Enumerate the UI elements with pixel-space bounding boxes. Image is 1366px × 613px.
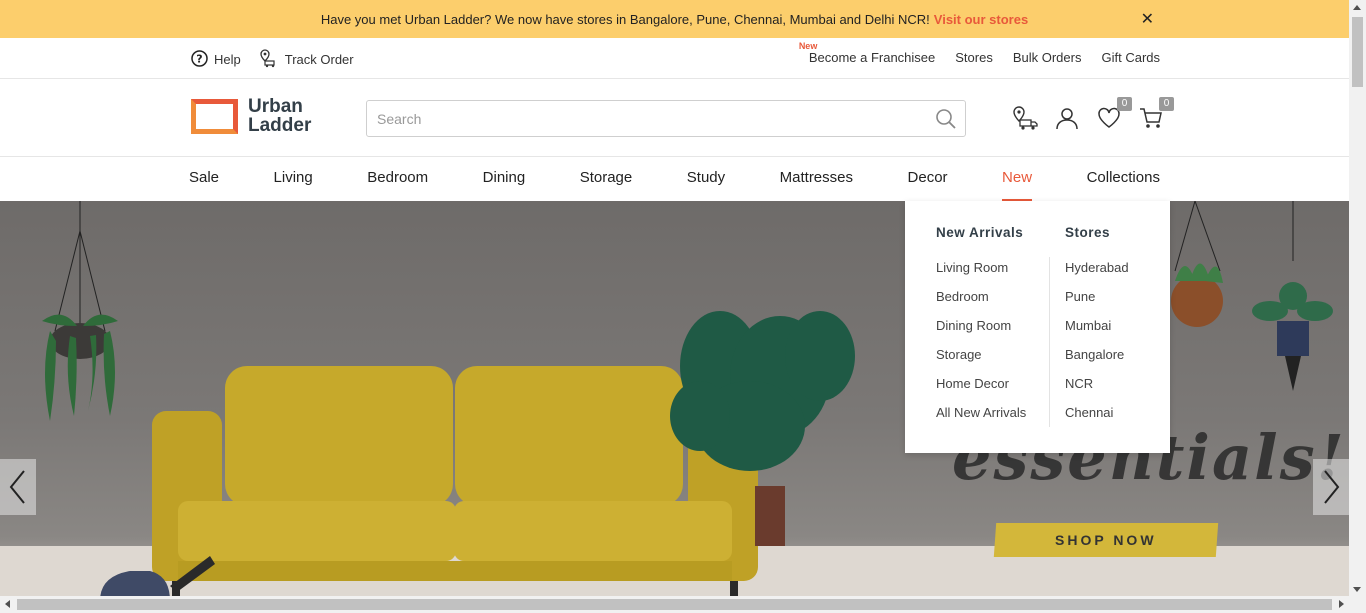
search-box <box>366 100 966 137</box>
scroll-down-icon[interactable] <box>1353 587 1361 592</box>
nav-item-storage[interactable]: Storage <box>580 157 633 201</box>
dropdown-link-hyderabad[interactable]: Hyderabad <box>1065 260 1129 289</box>
dropdown-link-dining-room[interactable]: Dining Room <box>936 318 1026 347</box>
stores-link[interactable]: Stores <box>955 50 993 65</box>
horizontal-scrollbar[interactable] <box>0 596 1366 613</box>
header: Urban Ladder 0 0 <box>0 79 1349 157</box>
new-arrivals-column: New Arrivals Living Room Bedroom Dining … <box>936 225 1026 434</box>
logo-line1: Urban <box>248 96 303 117</box>
carousel-prev-button[interactable] <box>0 459 36 515</box>
vertical-scroll-thumb[interactable] <box>1352 17 1363 87</box>
nav-item-mattresses[interactable]: Mattresses <box>780 157 853 201</box>
visit-stores-link[interactable]: Visit our stores <box>934 12 1028 27</box>
utility-right: New Become a Franchisee Stores Bulk Orde… <box>799 41 1160 65</box>
logo-mark-icon <box>191 98 238 134</box>
user-icon[interactable] <box>1054 105 1080 131</box>
dropdown-link-chennai[interactable]: Chennai <box>1065 405 1129 434</box>
cart-icon[interactable]: 0 <box>1138 97 1174 131</box>
new-badge: New <box>798 41 818 51</box>
horizontal-scroll-thumb[interactable] <box>17 599 1332 610</box>
wishlist-icon[interactable]: 0 <box>1096 97 1132 131</box>
new-arrivals-heading[interactable]: New Arrivals <box>936 225 1026 240</box>
nav-item-collections[interactable]: Collections <box>1087 157 1160 201</box>
hanging-plant-left-image <box>42 201 118 421</box>
shop-now-label: SHOP NOW <box>1055 532 1157 548</box>
scroll-up-icon[interactable] <box>1353 5 1361 10</box>
chevron-left-icon <box>9 470 25 504</box>
logo-text: Urban Ladder <box>248 97 311 135</box>
utility-bar: ? Help Track Order New Become a Franchis… <box>0 38 1349 79</box>
scroll-left-icon[interactable] <box>5 600 10 608</box>
nav-item-dining[interactable]: Dining <box>483 157 526 201</box>
carousel-next-button[interactable] <box>1313 459 1349 515</box>
dropdown-link-mumbai[interactable]: Mumbai <box>1065 318 1129 347</box>
utility-left: ? Help Track Order <box>191 48 354 71</box>
dropdown-link-home-decor[interactable]: Home Decor <box>936 376 1026 405</box>
potted-plant-image <box>670 311 855 546</box>
help-icon: ? <box>191 49 208 70</box>
cart-count-badge: 0 <box>1159 97 1174 111</box>
help-link[interactable]: ? Help <box>191 48 241 71</box>
dropdown-link-living-room[interactable]: Living Room <box>936 260 1026 289</box>
nav-items: Sale Living Bedroom Dining Storage Study… <box>189 157 1160 201</box>
search-icon[interactable] <box>935 108 957 135</box>
logo[interactable]: Urban Ladder <box>191 97 311 135</box>
shop-now-button[interactable]: SHOP NOW <box>993 523 1219 557</box>
header-icons: 0 0 <box>1012 97 1174 131</box>
announcement-text: Have you met Urban Ladder? We now have s… <box>320 11 930 27</box>
wishlist-count-badge: 0 <box>1117 97 1132 111</box>
watering-can-image <box>100 556 215 596</box>
logo-line2: Ladder <box>248 115 312 136</box>
track-order-label: Track Order <box>284 52 354 67</box>
dropdown-link-bedroom[interactable]: Bedroom <box>936 289 1026 318</box>
bulk-orders-link[interactable]: Bulk Orders <box>1013 50 1082 65</box>
track-order-link[interactable]: Track Order <box>259 48 354 71</box>
dropdown-link-ncr[interactable]: NCR <box>1065 376 1129 405</box>
dropdown-link-storage[interactable]: Storage <box>936 347 1026 376</box>
dropdown-link-all-new-arrivals[interactable]: All New Arrivals <box>936 405 1026 434</box>
nav-item-new[interactable]: New <box>1002 157 1033 201</box>
hanging-plant-right-image <box>1171 201 1333 391</box>
scroll-right-icon[interactable] <box>1339 600 1344 608</box>
dropdown-link-bangalore[interactable]: Bangalore <box>1065 347 1129 376</box>
vertical-scrollbar[interactable] <box>1349 0 1366 596</box>
main-nav: Sale Living Bedroom Dining Storage Study… <box>0 157 1349 201</box>
new-dropdown-menu: New Arrivals Living Room Bedroom Dining … <box>905 201 1170 453</box>
svg-text:?: ? <box>196 52 202 65</box>
chevron-right-icon <box>1324 470 1340 504</box>
store-delivery-icon[interactable] <box>1012 105 1038 131</box>
search-input[interactable] <box>367 101 927 136</box>
stores-heading[interactable]: Stores <box>1065 225 1129 240</box>
page: Have you met Urban Ladder? We now have s… <box>0 0 1366 613</box>
close-icon[interactable]: ✕ <box>1141 9 1154 29</box>
franchise-label: Become a Franchisee <box>808 50 936 65</box>
nav-item-living[interactable]: Living <box>274 157 313 201</box>
delivery-pin-icon <box>259 48 279 71</box>
stores-column: Stores Hyderabad Pune Mumbai Bangalore N… <box>1065 225 1129 434</box>
dropdown-link-pune[interactable]: Pune <box>1065 289 1129 318</box>
gift-cards-link[interactable]: Gift Cards <box>1101 50 1160 65</box>
nav-item-bedroom[interactable]: Bedroom <box>367 157 428 201</box>
help-label: Help <box>214 52 241 67</box>
become-franchisee-link[interactable]: New Become a Franchisee <box>799 41 936 65</box>
nav-item-sale[interactable]: Sale <box>189 157 219 201</box>
nav-item-decor[interactable]: Decor <box>908 157 948 201</box>
nav-item-study[interactable]: Study <box>687 157 725 201</box>
dropdown-divider <box>1049 257 1050 427</box>
announcement-bar: Have you met Urban Ladder? We now have s… <box>0 0 1349 38</box>
